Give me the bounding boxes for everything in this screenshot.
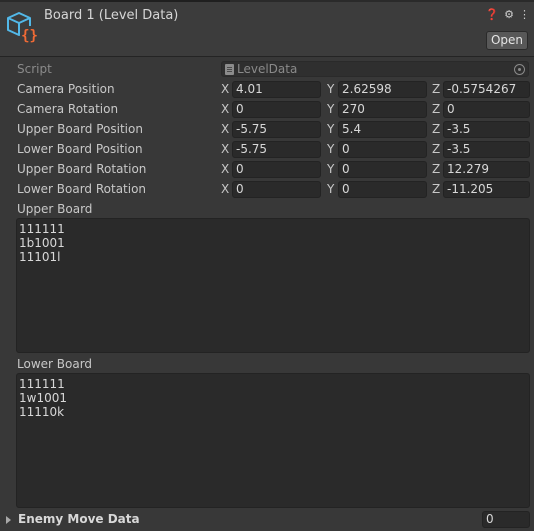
lower-board-position-label: Lower Board Position [17,142,143,156]
z-axis-label[interactable]: Z [432,161,440,177]
camera-position-x-field[interactable]: 4.01 [232,81,321,98]
x-axis-label[interactable]: X [221,101,229,117]
help-icon[interactable]: ❓ [485,8,499,22]
script-value: LevelData [237,62,298,76]
lower-board-position-y-field[interactable]: 0 [338,141,427,158]
lower-board-position-z-field[interactable]: -3.5 [443,141,530,158]
upper-board-line: 11101l [19,250,61,264]
z-axis-label[interactable]: Z [432,81,440,97]
enemy-move-data-count-field[interactable]: 0 [482,511,530,528]
svg-text:{}: {} [21,28,38,44]
camera-position-label: Camera Position [17,82,115,96]
x-axis-label[interactable]: X [221,161,229,177]
camera-position-z-field[interactable]: -0.5754267 [443,81,530,98]
scriptable-object-icon: {} [7,12,39,44]
z-axis-label[interactable]: Z [432,141,440,157]
z-axis-label[interactable]: Z [432,181,440,197]
camera-rotation-z-field[interactable]: 0 [443,101,530,118]
camera-rotation-x-field[interactable]: 0 [232,101,321,118]
more-vert-icon[interactable]: ⋮ [519,8,530,22]
lower-board-rotation-x-field[interactable]: 0 [232,181,321,198]
x-axis-label[interactable]: X [221,181,229,197]
camera-position-y-field[interactable]: 2.62598 [338,81,427,98]
script-label: Script [17,62,52,76]
lower-board-line: 1w1001 [19,391,67,405]
script-file-icon [225,64,234,75]
upper-board-textarea[interactable]: 111111 1b1001 11101l [16,218,530,353]
upper-board-rotation-label: Upper Board Rotation [17,162,147,176]
enemy-move-data-label: Enemy Move Data [18,512,140,526]
upper-board-position-z-field[interactable]: -3.5 [443,121,530,138]
camera-rotation-y-field[interactable]: 270 [338,101,427,118]
y-axis-label[interactable]: Y [327,161,334,177]
asset-title: Board 1 (Level Data) [44,8,179,23]
lower-board-line: 11110k [19,405,65,419]
script-object-field[interactable]: LevelData [221,61,529,77]
y-axis-label[interactable]: Y [327,101,334,117]
lower-board-rotation-label: Lower Board Rotation [17,182,147,196]
z-axis-label[interactable]: Z [432,101,440,117]
x-axis-label[interactable]: X [221,141,229,157]
upper-board-position-x-field[interactable]: -5.75 [232,121,321,138]
upper-board-line: 111111 [19,222,65,236]
lower-board-textarea[interactable]: 111111 1w1001 11110k [16,373,530,508]
upper-board-line: 1b1001 [19,236,65,250]
z-axis-label[interactable]: Z [432,121,440,137]
lower-board-position-x-field[interactable]: -5.75 [232,141,321,158]
enemy-move-data-foldout[interactable]: Enemy Move Data [6,511,140,527]
upper-board-position-label: Upper Board Position [17,122,143,136]
lower-board-rotation-y-field[interactable]: 0 [338,181,427,198]
x-axis-label[interactable]: X [221,81,229,97]
y-axis-label[interactable]: Y [327,181,334,197]
lower-board-label: Lower Board [17,357,93,371]
upper-board-rotation-z-field[interactable]: 12.279 [443,161,530,178]
upper-board-rotation-x-field[interactable]: 0 [232,161,321,178]
inspector-header: {} Board 1 (Level Data) ❓ ⚙ ⋮ Open [0,2,534,57]
object-picker-icon[interactable] [514,64,525,75]
y-axis-label[interactable]: Y [327,121,334,137]
open-button[interactable]: Open [486,31,528,50]
foldout-arrow-icon[interactable] [6,515,11,524]
upper-board-label: Upper Board [17,202,93,216]
lower-board-line: 111111 [19,377,65,391]
lower-board-rotation-z-field[interactable]: -11.205 [443,181,530,198]
y-axis-label[interactable]: Y [327,81,334,97]
camera-rotation-label: Camera Rotation [17,102,119,116]
settings-sliders-icon[interactable]: ⚙ [504,8,514,22]
upper-board-position-y-field[interactable]: 5.4 [338,121,427,138]
x-axis-label[interactable]: X [221,121,229,137]
upper-board-rotation-y-field[interactable]: 0 [338,161,427,178]
y-axis-label[interactable]: Y [327,141,334,157]
